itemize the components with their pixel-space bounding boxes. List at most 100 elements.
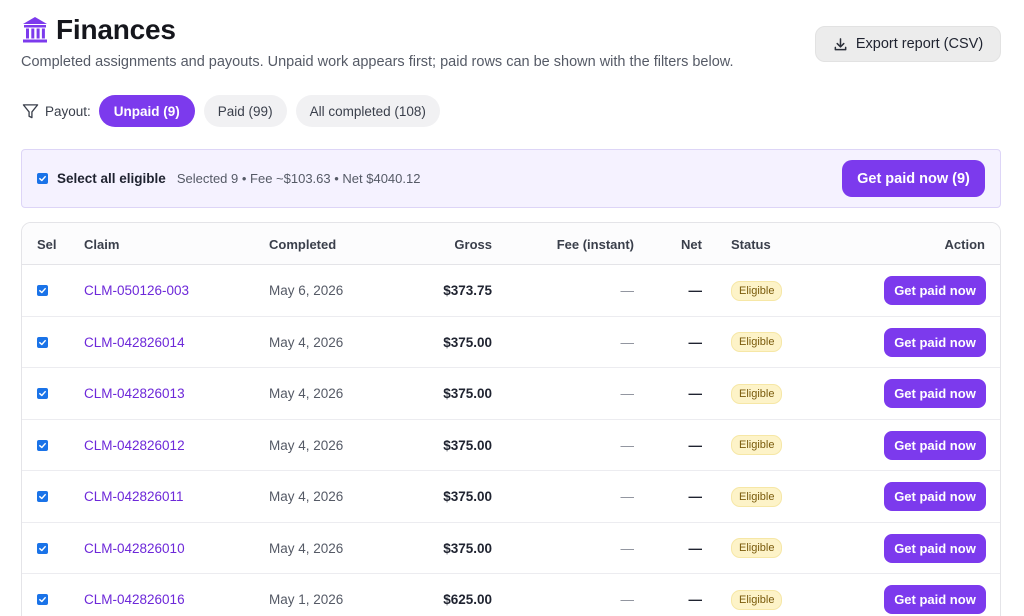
page-header: Finances	[22, 14, 176, 46]
row-select-cell	[37, 471, 48, 522]
row-checkbox[interactable]	[37, 439, 48, 451]
filter-icon	[22, 103, 39, 120]
net-amount: —	[688, 489, 703, 504]
row-checkbox[interactable]	[37, 388, 48, 399]
fee-amount: —	[620, 540, 635, 556]
payout-filters: Payout: Unpaid (9) Paid (99) All complet…	[22, 95, 449, 127]
row-select-cell	[37, 265, 48, 316]
gross-amount: $375.00	[443, 334, 492, 350]
column-header-sel: Sel	[37, 236, 57, 252]
net-amount: —	[688, 540, 703, 556]
row-checkbox[interactable]	[37, 336, 48, 348]
table-body: CLM-050126-003 May 6, 2026 $373.75 — — Eligib…	[22, 265, 1000, 616]
status-cell: Eligible	[731, 368, 783, 419]
get-paid-now-button[interactable]: Get paid now	[884, 276, 986, 305]
status-cell: Eligible	[731, 420, 783, 471]
status-cell: Eligible	[731, 574, 783, 616]
get-paid-all-button[interactable]: Get paid now (9)	[842, 160, 985, 197]
claim-link[interactable]: CLM-042826013	[84, 368, 185, 419]
gross-amount: $375.00	[443, 489, 492, 504]
fee-amount: —	[620, 437, 635, 453]
gross-amount: $375.00	[443, 540, 492, 556]
action-cell: Get paid now	[884, 265, 986, 316]
claim-link[interactable]: CLM-042826012	[84, 420, 185, 471]
table-row: CLM-042826010 May 4, 2026 $375.00 — — Eligibl…	[22, 523, 1000, 574]
filter-chip-all-completed[interactable]: All completed (108)	[295, 95, 440, 127]
net-amount: —	[688, 592, 703, 607]
completed-date: May 4, 2026	[269, 386, 344, 401]
status-cell: Eligible	[731, 523, 783, 574]
claim-link[interactable]: CLM-042826016	[84, 574, 185, 616]
status-badge: Eligible	[731, 538, 783, 558]
row-checkbox[interactable]	[37, 594, 48, 605]
action-cell: Get paid now	[884, 317, 986, 368]
get-paid-now-button[interactable]: Get paid now	[884, 327, 986, 357]
action-cell: Get paid now	[884, 471, 986, 522]
table-row: CLM-050126-003 May 6, 2026 $373.75 — — Eligib…	[22, 265, 1000, 317]
status-cell: Eligible	[731, 471, 783, 522]
status-badge: Eligible	[731, 383, 783, 404]
export-report-button[interactable]: Export report (CSV)	[815, 26, 1001, 62]
row-checkbox[interactable]	[37, 542, 48, 554]
completed-date: May 4, 2026	[269, 437, 344, 453]
status-badge: Eligible	[731, 280, 783, 301]
row-select-cell	[37, 420, 48, 471]
table-row: CLM-042826013 May 4, 2026 $375.00 — — Eligibl…	[22, 368, 1000, 420]
download-icon	[833, 37, 848, 52]
selection-summary: Selected 9 • Fee ~$103.63 • Net $4040.12	[176, 171, 421, 186]
fee-amount: —	[620, 334, 635, 350]
column-header-action: Action	[944, 236, 985, 252]
row-select-cell	[37, 574, 48, 616]
table-row: CLM-042826016 May 1, 2026 $625.00 — — Eligibl…	[22, 574, 1000, 616]
fee-amount: —	[620, 489, 635, 504]
status-badge: Eligible	[731, 589, 783, 610]
net-amount: —	[688, 334, 703, 350]
completed-date: May 1, 2026	[269, 592, 344, 607]
gross-amount: $375.00	[443, 386, 492, 401]
select-all-label[interactable]: Select all eligible	[57, 171, 166, 186]
column-header-claim: Claim	[84, 236, 120, 252]
table-row: CLM-042826014 May 4, 2026 $375.00 — — Eligibl…	[22, 317, 1000, 368]
claim-link[interactable]: CLM-042826014	[84, 317, 185, 368]
column-header-completed: Completed	[269, 236, 337, 252]
export-report-label: Export report (CSV)	[855, 36, 984, 52]
fee-amount: —	[620, 386, 635, 401]
gross-amount: $373.75	[443, 283, 492, 298]
status-badge: Eligible	[731, 332, 783, 352]
select-all-checkbox[interactable]	[37, 173, 48, 184]
bank-icon	[22, 16, 48, 44]
completed-date: May 6, 2026	[269, 283, 344, 298]
gross-amount: $625.00	[443, 592, 492, 607]
action-cell: Get paid now	[884, 420, 986, 471]
filter-chip-unpaid[interactable]: Unpaid (9)	[98, 95, 195, 127]
get-paid-now-button[interactable]: Get paid now	[884, 482, 986, 511]
get-paid-now-button[interactable]: Get paid now	[884, 585, 986, 614]
net-amount: —	[688, 283, 703, 298]
net-amount: —	[688, 437, 703, 453]
status-badge: Eligible	[731, 435, 783, 455]
get-paid-now-button[interactable]: Get paid now	[884, 379, 986, 408]
table-row: CLM-042826012 May 4, 2026 $375.00 — — Eligibl…	[22, 420, 1000, 471]
gross-amount: $375.00	[443, 437, 492, 453]
row-select-cell	[37, 317, 48, 368]
status-badge: Eligible	[731, 486, 783, 507]
action-cell: Get paid now	[884, 368, 986, 419]
selection-bar: Select all eligible Selected 9 • Fee ~$1…	[21, 149, 1001, 208]
claim-link[interactable]: CLM-042826010	[84, 523, 185, 574]
claim-link[interactable]: CLM-050126-003	[84, 265, 189, 316]
claims-table: Sel Claim Completed Gross Fee (instant) …	[21, 222, 1001, 616]
claim-link[interactable]: CLM-042826011	[84, 471, 184, 522]
filter-label: Payout:	[22, 103, 91, 120]
get-paid-now-button[interactable]: Get paid now	[884, 533, 986, 563]
row-checkbox[interactable]	[37, 491, 48, 502]
row-checkbox[interactable]	[37, 285, 48, 296]
filter-chip-paid[interactable]: Paid (99)	[203, 95, 287, 127]
action-cell: Get paid now	[884, 523, 986, 574]
get-paid-now-button[interactable]: Get paid now	[884, 430, 986, 460]
column-header-gross: Gross	[454, 236, 492, 252]
completed-date: May 4, 2026	[269, 334, 344, 350]
table-row: CLM-042826011 May 4, 2026 $375.00 — — Eligibl…	[22, 471, 1000, 523]
filter-label-text: Payout:	[45, 103, 91, 119]
status-cell: Eligible	[731, 317, 783, 368]
column-header-fee: Fee (instant)	[556, 236, 634, 252]
